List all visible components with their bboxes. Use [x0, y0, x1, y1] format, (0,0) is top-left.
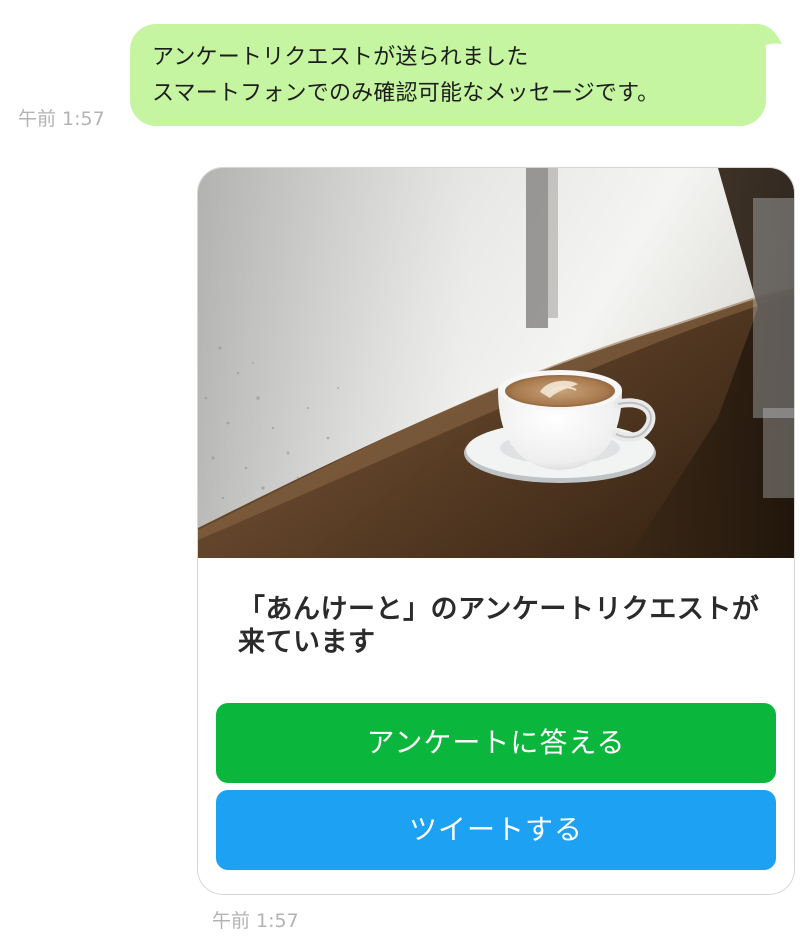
message-text-line: スマートフォンでのみ確認可能なメッセージです。: [152, 81, 660, 106]
message-bubble[interactable]: アンケートリクエストが送られました スマートフォンでのみ確認可能なメッセージです…: [130, 24, 766, 126]
message-timestamp: 午前 1:57: [18, 108, 105, 130]
message-row: 午前 1:57 アンケートリクエストが送られました スマートフォンでのみ確認可能…: [0, 0, 800, 140]
answer-survey-button[interactable]: アンケートに答える: [216, 703, 776, 783]
card-title: 「あんけーと」のアンケートリクエストが来ています: [238, 594, 760, 658]
coffee-cup-image: [198, 168, 794, 558]
message-text-line: アンケートリクエストが送られました: [152, 45, 529, 70]
survey-request-card: 「あんけーと」のアンケートリクエストが来ています アンケートに答える ツイートす…: [197, 167, 795, 895]
card-timestamp: 午前 1:57: [212, 910, 299, 932]
chat-view: 午前 1:57 アンケートリクエストが送られました スマートフォンでのみ確認可能…: [0, 0, 800, 950]
tweet-button[interactable]: ツイートする: [216, 790, 776, 870]
